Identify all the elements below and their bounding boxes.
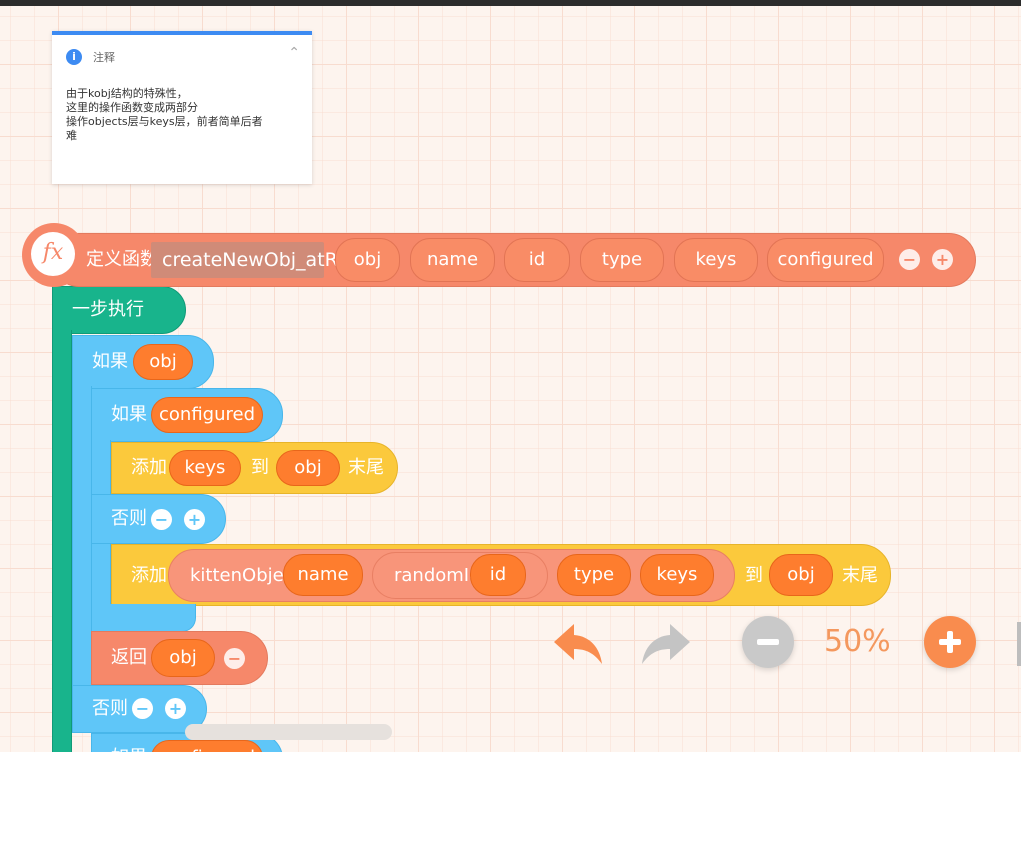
step-label: 一步执行 [72, 299, 144, 320]
code-canvas[interactable]: i 注释 ⌃ 由于kobj结构的特殊性， 这里的操作函数变成两部分 操作obje… [0, 0, 1021, 752]
if-obj-arm [72, 386, 92, 686]
fx-icon: fx [31, 232, 75, 276]
to-label: 到 [745, 565, 763, 586]
variable-obj[interactable]: obj [133, 344, 193, 380]
variable-configured[interactable]: configured [151, 397, 263, 433]
variable-obj[interactable]: obj [276, 450, 340, 486]
top-bar [0, 0, 1021, 6]
undo-icon[interactable] [552, 620, 606, 668]
variable-name[interactable]: name [283, 554, 363, 596]
fx-label: fx [42, 240, 64, 265]
comment-line: 由于kobj结构的特殊性， [66, 87, 188, 100]
minus-icon[interactable]: − [132, 698, 153, 719]
param-id[interactable]: id [504, 238, 570, 282]
minus-icon[interactable]: − [899, 249, 920, 270]
side-panel-edge [1017, 622, 1021, 666]
horizontal-scrollbar[interactable] [185, 724, 392, 740]
param-obj[interactable]: obj [335, 238, 400, 282]
plus-icon[interactable]: + [165, 698, 186, 719]
append-label: 添加 [131, 565, 167, 586]
else-label: 否则 [111, 508, 147, 529]
if-label: 如果 [92, 351, 128, 372]
end-label: 末尾 [348, 457, 384, 478]
if-label: 如果 [111, 404, 147, 425]
variable-type[interactable]: type [557, 554, 631, 596]
append-label: 添加 [131, 457, 167, 478]
chevron-up-icon[interactable]: ⌃ [288, 45, 300, 61]
end-label: 末尾 [842, 565, 878, 586]
variable-obj[interactable]: obj [151, 639, 215, 677]
comment-line: 操作objects层与keys层，前者简单后者 [66, 115, 263, 128]
param-type[interactable]: type [580, 238, 664, 282]
comment-line: 这里的操作函数变成两部分 [66, 101, 198, 114]
variable-keys[interactable]: keys [169, 450, 241, 486]
comment-card[interactable]: i 注释 ⌃ 由于kobj结构的特殊性， 这里的操作函数变成两部分 操作obje… [52, 31, 312, 184]
plus-icon[interactable]: + [932, 249, 953, 270]
comment-title: 注释 [93, 51, 115, 64]
return-label: 返回 [111, 647, 147, 668]
if-configured-bottom [91, 604, 196, 632]
comment-line: 难 [66, 129, 77, 142]
variable-configured[interactable]: configured [151, 740, 263, 752]
param-configured[interactable]: configured [767, 238, 884, 282]
redo-icon[interactable] [638, 620, 692, 668]
zoom-in-icon[interactable] [924, 616, 976, 668]
to-label: 到 [251, 457, 269, 478]
variable-keys[interactable]: keys [640, 554, 714, 596]
zoom-level: 50% [824, 624, 891, 659]
define-label: 定义函数 [86, 249, 158, 270]
variable-obj[interactable]: obj [769, 554, 833, 596]
param-keys[interactable]: keys [674, 238, 758, 282]
plus-icon[interactable]: + [184, 509, 205, 530]
else-label: 否则 [92, 698, 128, 719]
minus-icon[interactable]: − [224, 648, 245, 669]
step-block-arm [52, 330, 72, 752]
if-label: 如果 [111, 746, 147, 752]
zoom-out-icon[interactable] [742, 616, 794, 668]
variable-id[interactable]: id [470, 554, 526, 596]
param-name[interactable]: name [410, 238, 495, 282]
minus-icon[interactable]: − [151, 509, 172, 530]
info-icon: i [66, 49, 82, 65]
random-id-label: randomId [394, 565, 481, 586]
comment-text[interactable]: 由于kobj结构的特殊性， 这里的操作函数变成两部分 操作objects层与ke… [66, 87, 298, 143]
